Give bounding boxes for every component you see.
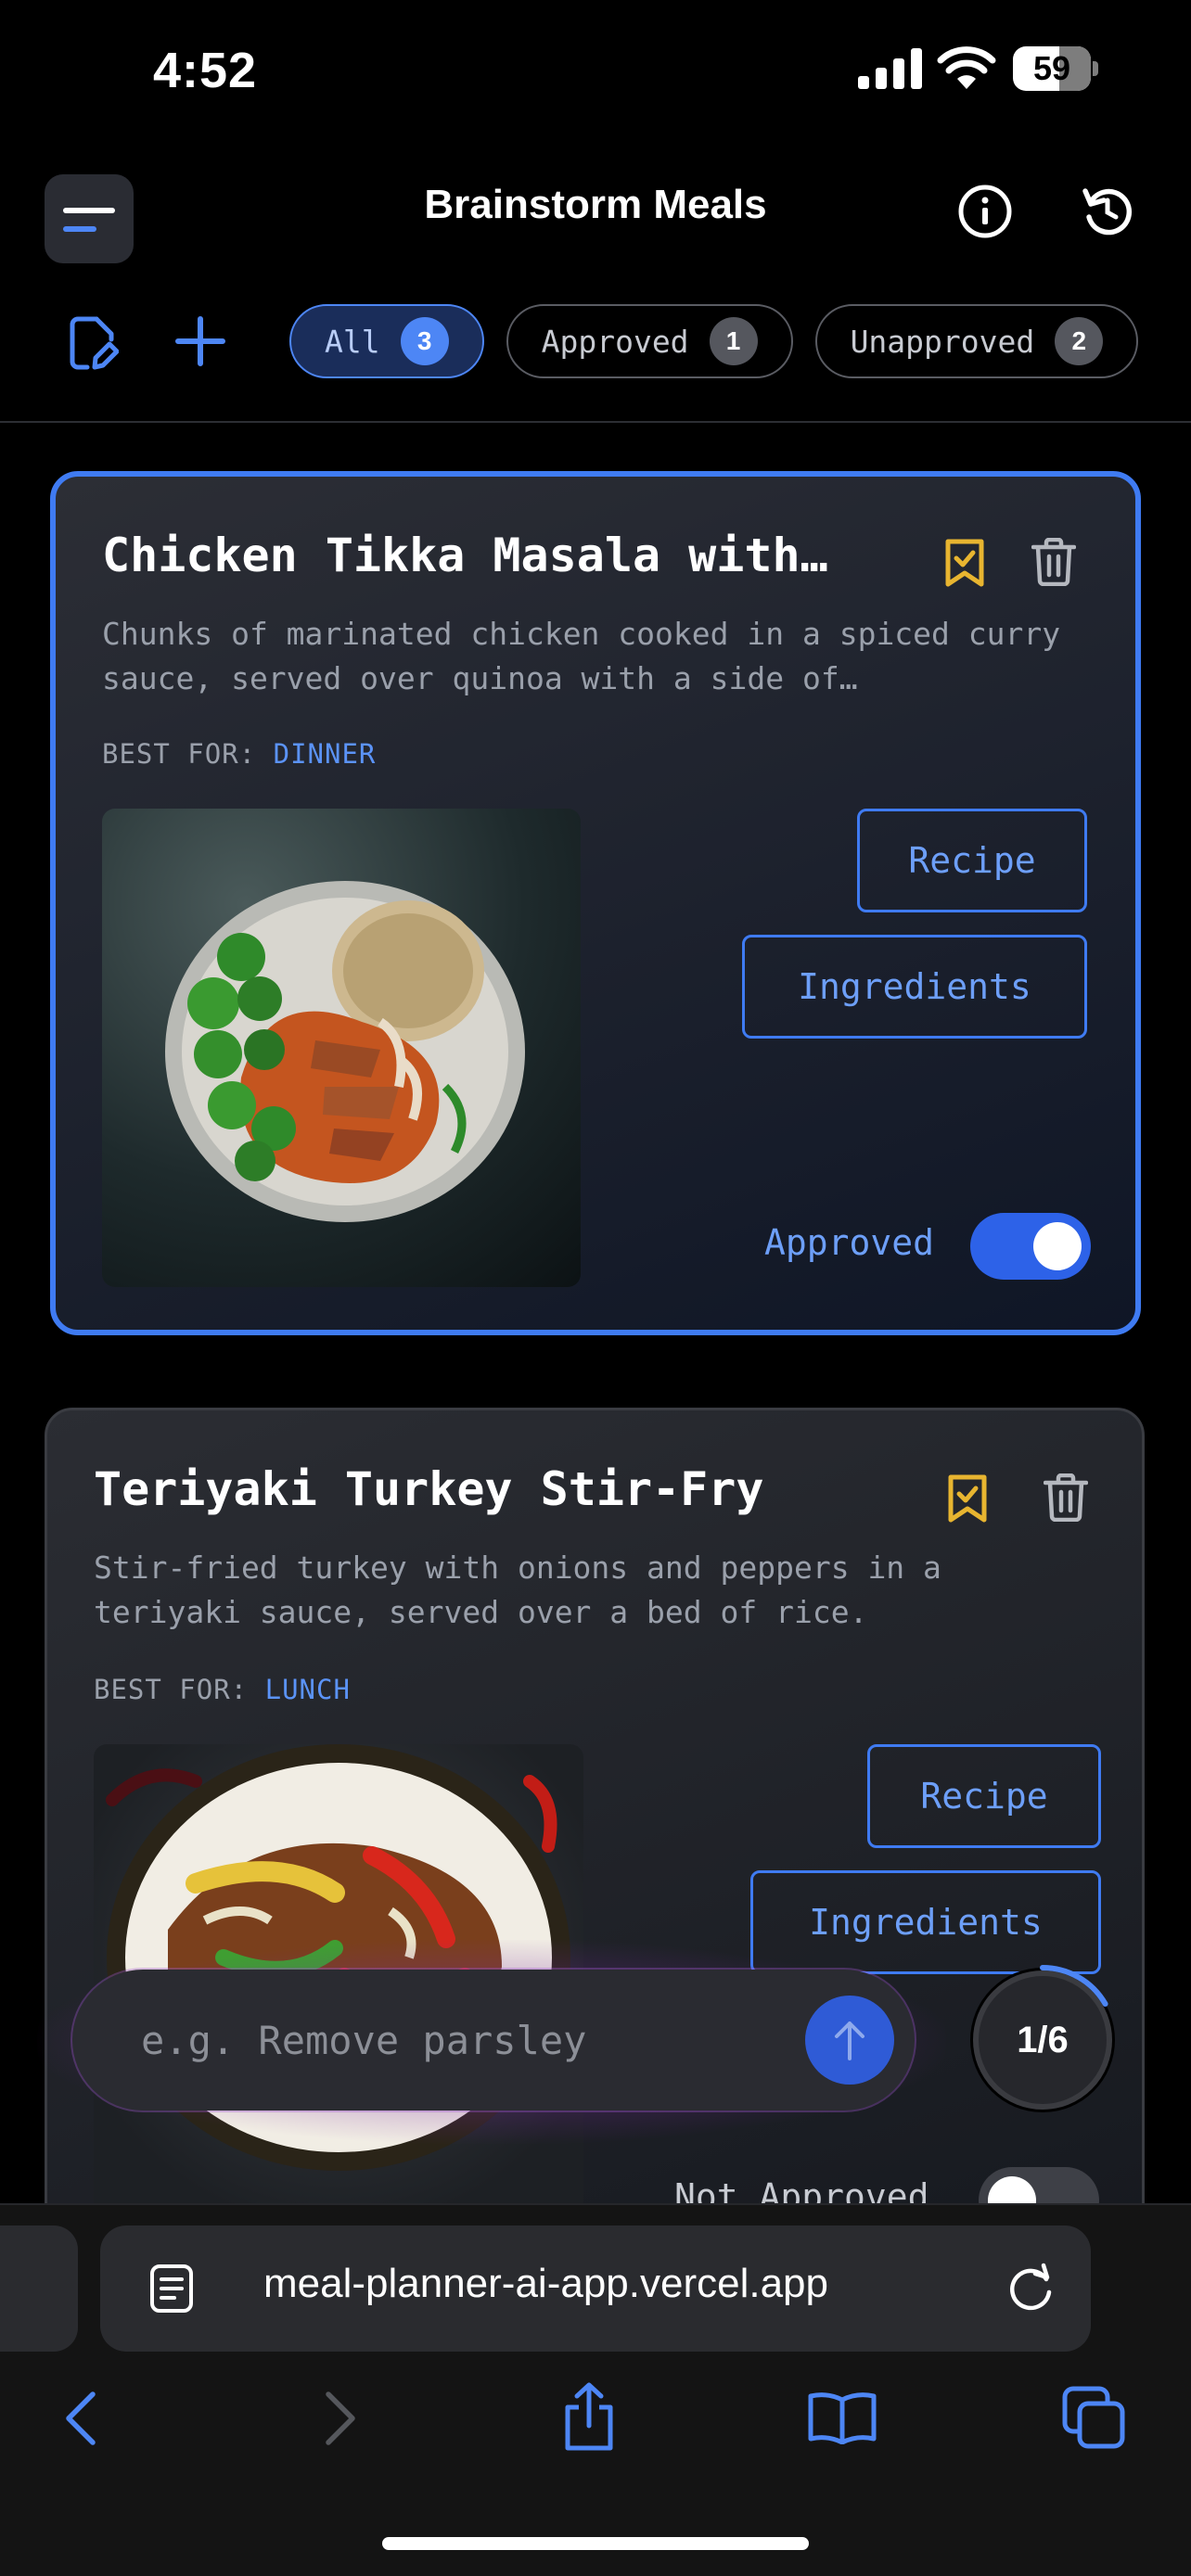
forward-icon[interactable] [323,2391,360,2446]
filter-chip-label: Approved [541,323,689,360]
best-for: BEST FOR: LUNCH [94,1674,351,1705]
home-indicator [382,2537,809,2550]
previous-tab[interactable] [0,2225,78,2352]
recipe-button[interactable]: Recipe [857,809,1087,912]
meal-description: Chunks of marinated chicken cooked in a … [102,616,1061,696]
filter-chip-count: 2 [1055,317,1104,365]
filter-chip-all[interactable]: All 3 [289,304,484,378]
meal-title: Chicken Tikka Masala with… [102,529,828,582]
filter-chip-approved[interactable]: Approved 1 [506,304,793,378]
prompt-input[interactable] [141,2003,772,2077]
tabs-icon[interactable] [1061,2385,1126,2450]
info-icon[interactable] [957,184,1013,239]
approve-toggle[interactable] [970,1213,1091,1280]
trash-icon[interactable] [1031,538,1076,586]
reset-icon[interactable] [1078,182,1137,241]
send-button[interactable] [805,1996,894,2085]
reader-mode-icon[interactable] [148,2263,195,2315]
share-icon[interactable] [560,2381,618,2452]
battery-percent: 59 [1032,49,1071,87]
filter-chip-unapproved[interactable]: Unapproved 2 [814,304,1139,378]
trash-icon[interactable] [1044,1473,1088,1522]
prompt-bar [72,1970,915,2111]
wifi-icon [937,46,996,89]
status-time: 4:52 [153,43,258,98]
filter-chip-label: Unapproved [850,323,1035,360]
best-for-label: BEST FOR: [94,1674,249,1705]
battery-icon: 59 [1013,46,1098,91]
meal-photo [102,809,581,1287]
arrow-up-icon [835,2021,864,2060]
filter-chip-count: 3 [400,317,449,365]
best-for-meal: DINNER [273,738,377,770]
recipe-button[interactable]: Recipe [867,1744,1101,1848]
progress-indicator: 1/6 [965,1962,1121,2118]
ingredients-button[interactable]: Ingredients [742,935,1087,1039]
reload-icon[interactable] [1004,2261,1057,2315]
meal-card[interactable]: Chicken Tikka Masala with… Chunks of mar… [50,471,1141,1335]
best-for-label: BEST FOR: [102,738,257,770]
progress-label: 1/6 [1017,2020,1069,2060]
cellular-signal-icon [858,48,922,89]
meal-card[interactable]: Teriyaki Turkey Stir-Fry Stir-fried turk… [45,1408,1145,2335]
best-for-meal: LUNCH [264,1674,351,1705]
status-bar: 4:52 59 [0,0,1191,139]
chicken-tikka-image [165,881,525,1222]
bookmarks-icon[interactable] [807,2391,877,2444]
bookmark-icon[interactable] [944,538,985,588]
approval-status-label: Approved [764,1222,935,1263]
best-for: BEST FOR: DINNER [102,738,376,770]
url-text: meal-planner-ai-app.vercel.app [263,2261,828,2306]
meal-title: Teriyaki Turkey Stir-Fry [94,1462,764,1516]
filter-chips: All 3 Approved 1 Unapproved 2 [289,304,1145,380]
add-meal-icon[interactable] [174,315,226,367]
edit-document-icon[interactable] [69,315,119,371]
bookmark-icon[interactable] [947,1473,988,1524]
meal-description: Stir-fried turkey with onions and pepper… [94,1549,941,1630]
divider [0,421,1191,423]
back-icon[interactable] [61,2391,98,2446]
filter-chip-label: All [325,323,380,360]
filter-chip-count: 1 [709,317,758,365]
